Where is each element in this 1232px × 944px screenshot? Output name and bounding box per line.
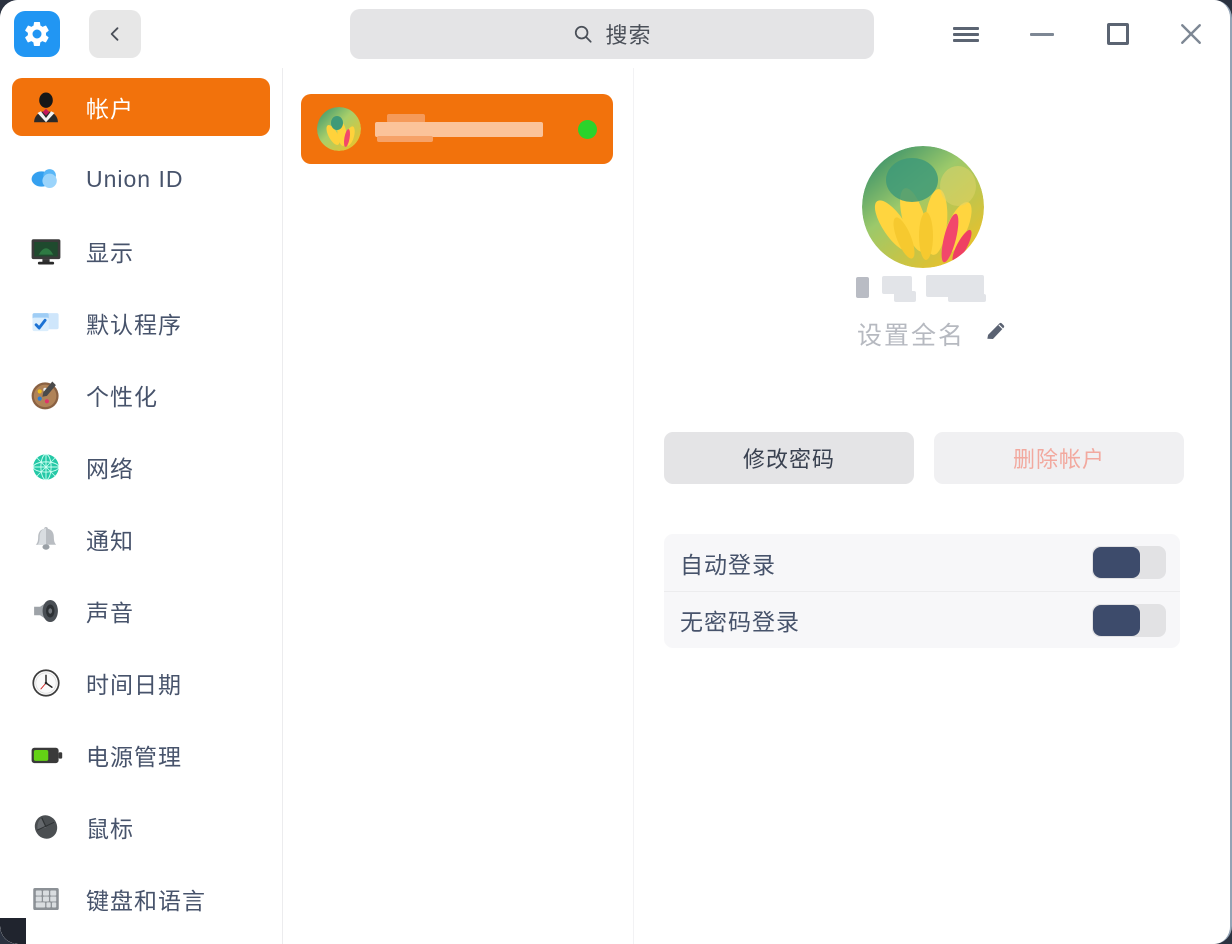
battery-icon — [26, 735, 66, 775]
clock-icon — [26, 663, 66, 703]
sidebar-item-label: 帐户 — [86, 96, 134, 122]
auto-login-row[interactable]: 自动登录 — [664, 534, 1180, 591]
close-button[interactable] — [1165, 8, 1217, 60]
sidebar-item-label: 通知 — [86, 528, 134, 554]
bell-icon — [26, 519, 66, 559]
auto-login-label: 自动登录 — [680, 551, 776, 578]
sidebar-item-keyboard-language[interactable]: 键盘和语言 — [12, 870, 270, 928]
menu-line — [953, 38, 979, 42]
sidebar-item-mouse[interactable]: 鼠标 — [12, 798, 270, 856]
sidebar-item-personalization[interactable]: 个性化 — [12, 366, 270, 424]
login-settings-group: 自动登录 无密码登录 — [664, 534, 1180, 648]
pencil-edit-icon[interactable] — [983, 319, 1009, 350]
sidebar-item-union-id[interactable]: Union ID — [12, 150, 270, 208]
palette-icon — [26, 375, 66, 415]
speaker-icon — [26, 591, 66, 631]
sidebar: 帐户 Union ID 显示 默认程序 个性化 网络 通知 声音 时间日期 电源… — [0, 68, 282, 944]
sidebar-item-network[interactable]: 网络 — [12, 438, 270, 496]
profile-avatar[interactable] — [862, 146, 984, 268]
sidebar-item-label: 个性化 — [86, 384, 158, 410]
window-content: 帐户 Union ID 显示 默认程序 个性化 网络 通知 声音 时间日期 电源… — [0, 68, 1230, 944]
minimize-button[interactable] — [1016, 8, 1068, 60]
sidebar-item-label: 默认程序 — [86, 312, 182, 338]
sidebar-item-label: 声音 — [86, 600, 134, 626]
close-icon — [1181, 24, 1201, 44]
title-bar: 搜索 — [0, 0, 1230, 68]
minimize-icon — [1030, 32, 1054, 36]
keyboard-icon — [26, 879, 66, 919]
search-icon — [575, 25, 593, 43]
sidebar-item-accounts[interactable]: 帐户 — [12, 78, 270, 136]
sidebar-item-default-apps[interactable]: 默认程序 — [12, 294, 270, 352]
monitor-display-icon — [26, 231, 66, 271]
sidebar-item-datetime[interactable]: 时间日期 — [12, 654, 270, 712]
sidebar-item-sound[interactable]: 声音 — [12, 582, 270, 640]
account-detail-pane: 设置全名 修改密码 删除帐户 自动登录 无密码登录 — [634, 68, 1230, 944]
set-full-name-row[interactable]: 设置全名 — [634, 316, 1230, 352]
search-input[interactable]: 搜索 — [350, 9, 874, 59]
delete-account-button: 删除帐户 — [934, 432, 1184, 484]
sidebar-item-power[interactable]: 电源管理 — [12, 726, 270, 784]
menu-line — [953, 32, 979, 36]
mouse-icon — [26, 807, 66, 847]
search-placeholder: 搜索 — [605, 23, 652, 48]
toggle-knob — [1093, 547, 1140, 578]
sidebar-item-label: 显示 — [86, 240, 134, 266]
profile-username-redacted — [850, 273, 1000, 302]
cloud-icon — [26, 159, 66, 199]
hamburger-menu-icon[interactable] — [940, 8, 992, 60]
settings-window: 搜索 帐户 Union ID 显示 默认程序 个性化 网络 通知 声音 时间日期… — [0, 0, 1232, 944]
set-full-name-label: 设置全名 — [856, 322, 965, 350]
sidebar-item-label: 电源管理 — [86, 744, 182, 770]
settings-gear-icon — [14, 11, 60, 57]
account-name-redacted — [375, 109, 564, 149]
change-password-button[interactable]: 修改密码 — [664, 432, 914, 484]
auto-login-toggle[interactable] — [1092, 546, 1166, 579]
sidebar-item-label: 键盘和语言 — [86, 888, 206, 914]
default-apps-icon — [26, 303, 66, 343]
back-chevron-icon — [110, 27, 119, 41]
sidebar-item-label: Union ID — [86, 165, 184, 192]
account-action-buttons: 修改密码 删除帐户 — [664, 432, 1184, 484]
maximize-button[interactable] — [1092, 8, 1144, 60]
account-list-pane — [282, 68, 844, 944]
sidebar-item-label: 鼠标 — [86, 816, 134, 842]
maximize-icon — [1107, 23, 1129, 45]
passwordless-login-label: 无密码登录 — [680, 609, 800, 635]
passwordless-login-row[interactable]: 无密码登录 — [664, 591, 1180, 648]
sidebar-item-display[interactable]: 显示 — [12, 222, 270, 280]
globe-network-icon — [26, 447, 66, 487]
passwordless-login-toggle[interactable] — [1092, 603, 1166, 637]
sidebar-item-notifications[interactable]: 通知 — [12, 510, 270, 568]
menu-line — [953, 26, 979, 30]
status-badge — [578, 119, 597, 139]
sidebar-item-label: 时间日期 — [86, 672, 182, 698]
sidebar-item-label: 网络 — [86, 456, 134, 482]
back-button[interactable] — [89, 10, 141, 58]
avatar — [317, 107, 361, 151]
user-account-icon — [26, 87, 66, 127]
account-list-item[interactable] — [301, 94, 613, 164]
toggle-knob — [1093, 604, 1140, 636]
